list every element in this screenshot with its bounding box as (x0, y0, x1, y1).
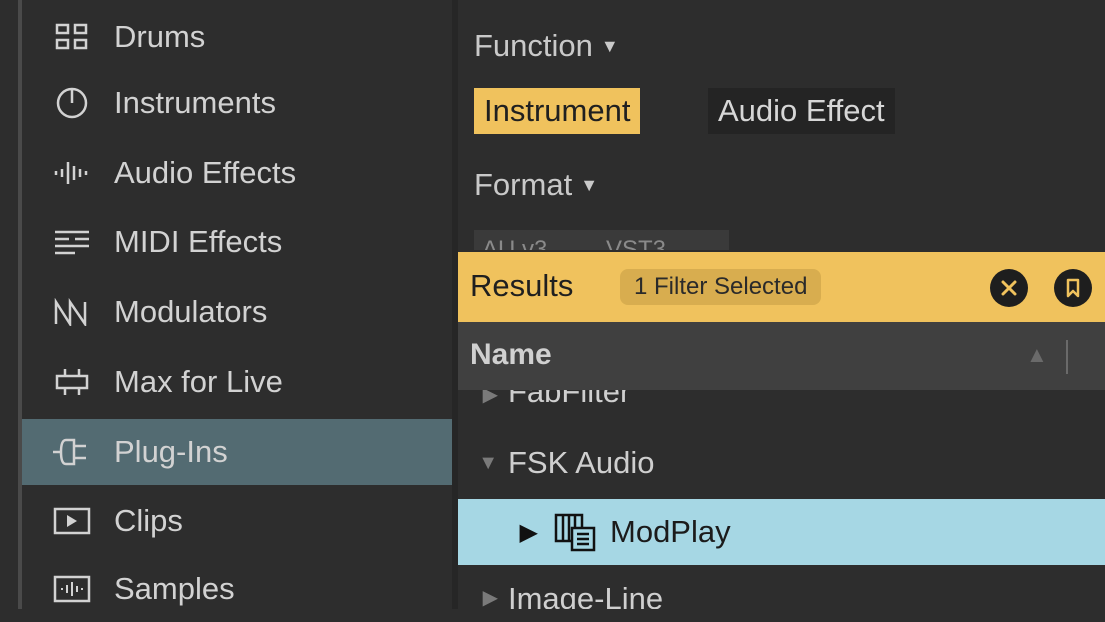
sidebar-item-label: Clips (114, 503, 183, 538)
plug-ins-icon (52, 435, 92, 469)
save-filter-button[interactable] (1054, 269, 1092, 307)
sort-ascending-icon[interactable]: ▲ (1026, 342, 1048, 368)
column-header-name[interactable]: Name (470, 338, 552, 372)
list-header: Name ▲ (458, 322, 1105, 390)
format-filter-label[interactable]: Format ▼ (474, 167, 598, 203)
function-label-text: Function (474, 28, 593, 63)
sidebar-item-audio-effects[interactable]: Audio Effects (22, 140, 452, 206)
list-item-label: Image-Line (508, 581, 664, 609)
midi-effects-icon (52, 225, 92, 259)
list-item-label: FSK Audio (508, 445, 655, 480)
filter-chip-label: AU v3 (482, 236, 548, 250)
dropdown-triangle-icon: ▼ (580, 175, 599, 195)
sidebar-item-label: Modulators (114, 294, 268, 329)
sidebar-item-label: Instruments (114, 85, 276, 120)
filter-chip-au-v3[interactable]: AU v3 (474, 230, 600, 250)
column-resize-handle[interactable] (1066, 340, 1068, 374)
results-bar: Results 1 Filter Selected (458, 252, 1105, 322)
filter-count-badge[interactable]: 1 Filter Selected (620, 269, 822, 305)
list-item-fsk-audio[interactable]: ▼ FSK Audio (458, 430, 1105, 496)
list-item-modplay[interactable]: ▶ ModPlay (458, 499, 1105, 565)
function-filter-label[interactable]: Function ▼ (474, 28, 619, 64)
clear-filters-button[interactable] (990, 269, 1028, 307)
expanded-triangle-icon: ▼ (478, 451, 498, 474)
sidebar-item-label: Drums (114, 19, 206, 54)
results-label: Results (470, 268, 574, 303)
sidebar-item-midi-effects[interactable]: MIDI Effects (22, 209, 452, 275)
browser-sidebar: Drums Instruments Audio Effects MIDI Eff… (22, 0, 452, 609)
filter-chip-instrument[interactable]: Instrument (474, 88, 641, 134)
filter-chip-audio-effect[interactable]: Audio Effect (708, 88, 895, 134)
format-label-text: Format (474, 167, 573, 202)
collapsed-triangle-icon: ▶ (482, 587, 498, 609)
clips-icon (52, 504, 92, 538)
sidebar-item-modulators[interactable]: Modulators (22, 279, 452, 345)
max-for-live-icon (52, 365, 92, 399)
sidebar-item-samples[interactable]: Samples (22, 556, 452, 622)
samples-icon (52, 572, 92, 606)
bookmark-icon (1066, 278, 1080, 298)
sidebar-item-clips[interactable]: Clips (22, 488, 452, 554)
sidebar-item-label: Max for Live (114, 364, 283, 399)
drums-icon (52, 20, 92, 54)
sidebar-item-label: Samples (114, 571, 235, 606)
list-item-image-line[interactable]: ▶ Image-Line (458, 575, 1105, 609)
sidebar-item-drums[interactable]: Drums (22, 4, 452, 70)
filter-chip-label: VST3 (606, 236, 667, 250)
sidebar-item-label: Audio Effects (114, 155, 297, 190)
modulators-icon (52, 295, 92, 329)
list-item-label: ModPlay (610, 514, 731, 549)
play-triangle-icon: ▶ (519, 518, 538, 546)
browser-content: Function ▼ Instrument Audio Effect Format… (458, 0, 1105, 609)
sidebar-item-label: Plug-Ins (114, 434, 228, 469)
audio-effects-icon (52, 156, 92, 190)
instruments-icon (52, 86, 92, 120)
plugin-instrument-icon (554, 512, 596, 552)
sidebar-item-label: MIDI Effects (114, 224, 283, 259)
close-icon (1001, 280, 1017, 296)
filter-chip-vst3[interactable]: VST3 (598, 230, 729, 250)
sidebar-item-plug-ins[interactable]: Plug-Ins (22, 419, 452, 485)
dropdown-triangle-icon: ▼ (600, 36, 619, 56)
sidebar-item-instruments[interactable]: Instruments (22, 70, 452, 136)
sidebar-item-max-for-live[interactable]: Max for Live (22, 349, 452, 415)
